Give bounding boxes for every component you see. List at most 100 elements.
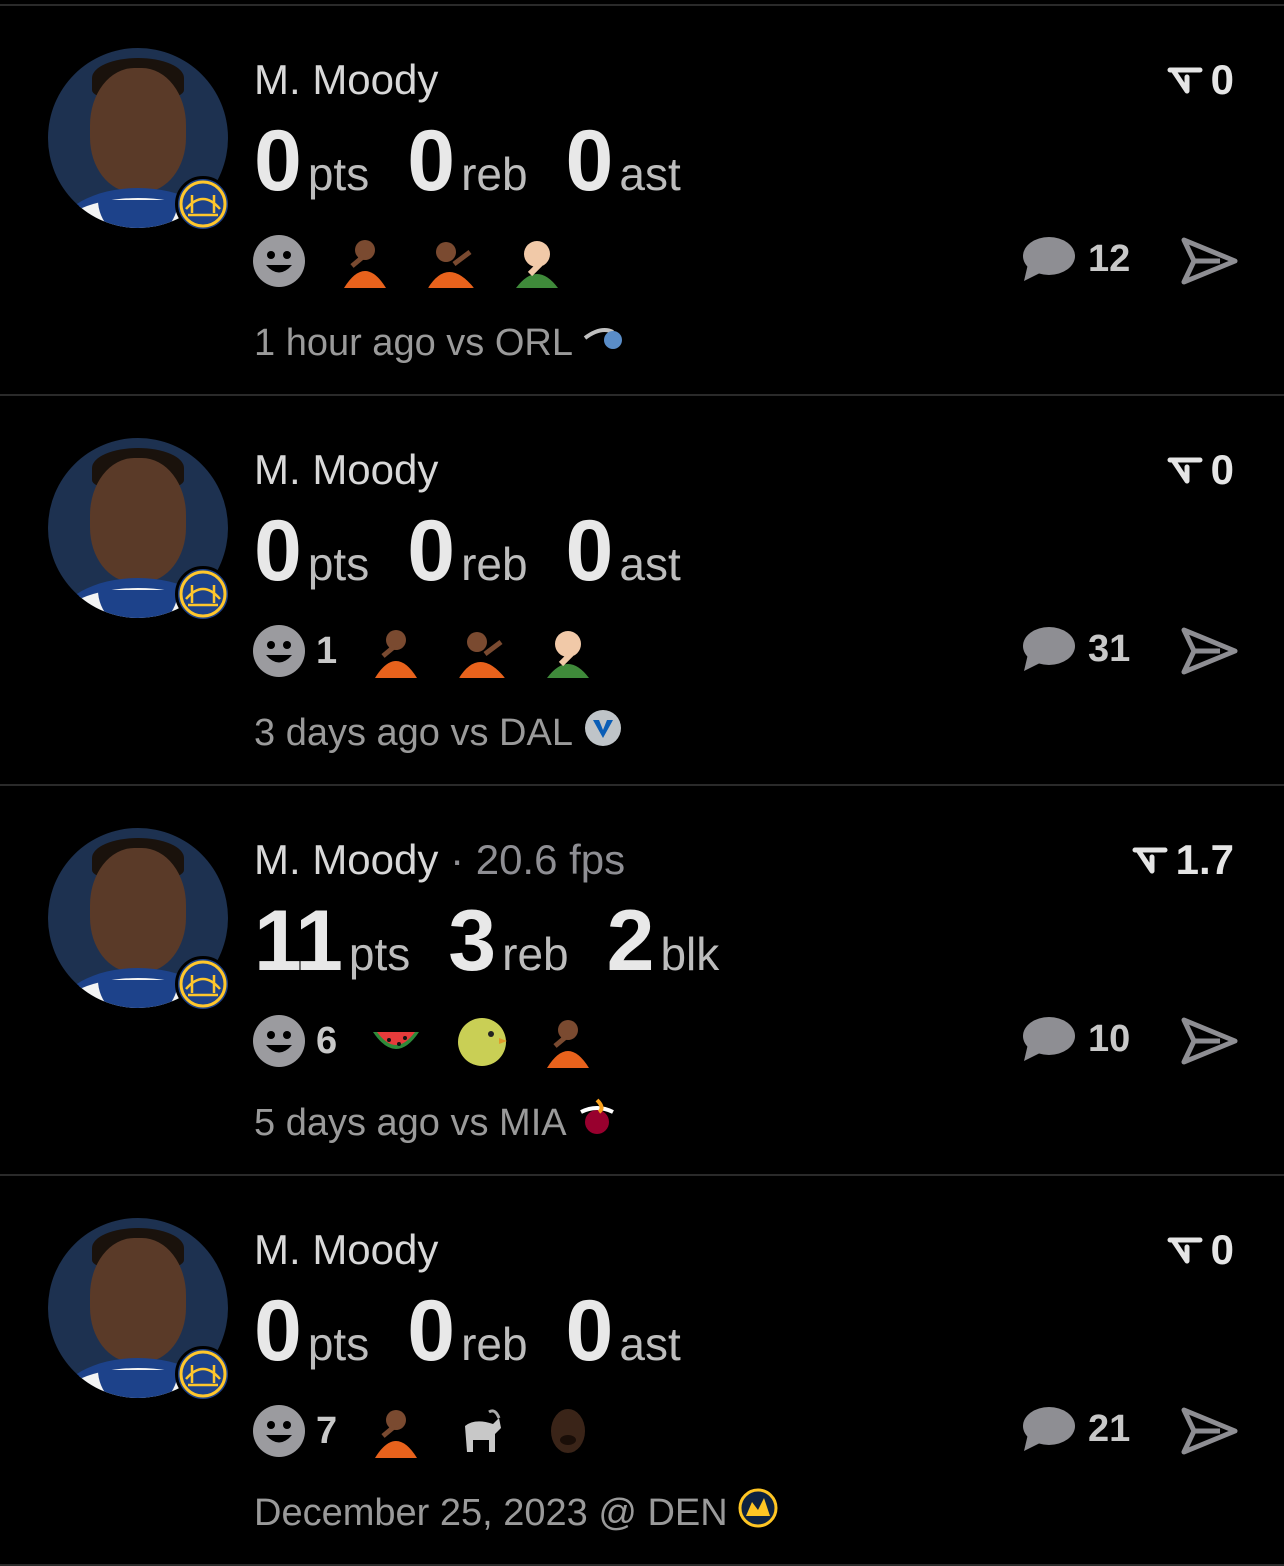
reaction-count: 7 — [316, 1409, 338, 1452]
avatar-face — [90, 848, 186, 972]
add-reaction-smiley-icon[interactable] — [252, 234, 306, 288]
stat-value: 0 — [254, 1283, 302, 1379]
game-time-opponent[interactable]: 1 hour ago vs ORL — [254, 322, 573, 365]
stat-value: 0 — [407, 1283, 455, 1379]
player-name-line: M. Moody — [254, 446, 438, 494]
comment-count: 21 — [1088, 1407, 1131, 1450]
avatar-face — [90, 458, 186, 582]
player-name[interactable]: M. Moody — [254, 836, 438, 883]
reaction-bar: 1 — [252, 622, 596, 680]
game-meta: December 25, 2023 @ DEN — [254, 1488, 778, 1538]
score-badge: 0 — [1167, 1226, 1234, 1274]
score-arrow-icon — [1167, 67, 1203, 94]
warriors-logo-icon — [175, 566, 231, 622]
fantasy-points-per-second: · 20.6 fps — [450, 836, 626, 883]
game-meta: 1 hour ago vs ORL — [254, 318, 623, 368]
score-value: 0 — [1210, 56, 1234, 103]
success-kid-icon[interactable] — [510, 234, 564, 288]
game-time-opponent[interactable]: December 25, 2023 @ DEN — [254, 1492, 728, 1535]
player-name[interactable]: M. Moody — [254, 1226, 438, 1273]
dallas-mavericks-logo-icon — [584, 710, 621, 746]
player-name[interactable]: M. Moody — [254, 446, 438, 493]
score-badge: 0 — [1167, 446, 1234, 494]
comment-bubble-icon — [1023, 1407, 1075, 1451]
avatar-jersey-trim — [98, 980, 178, 1008]
comment-bubble-icon — [1023, 237, 1075, 281]
reaction-bar: 6 — [252, 1012, 596, 1070]
score-arrow-icon — [1132, 847, 1168, 874]
score-value: 0 — [1210, 1226, 1234, 1273]
stat-value: 2 — [606, 893, 655, 989]
chick-icon[interactable] — [455, 1014, 510, 1068]
avatar-jersey-trim — [98, 590, 178, 618]
add-reaction-smiley-icon[interactable] — [252, 1014, 306, 1068]
game-card-2[interactable]: M. Moody 0 0 pts 0 reb 0 ast 1 31 3 days… — [0, 396, 1284, 786]
game-time-opponent[interactable]: 3 days ago vs DAL — [254, 712, 573, 755]
share-send-icon[interactable] — [1180, 626, 1238, 676]
player-name-line: M. Moody — [254, 1226, 438, 1274]
comment-bubble-icon — [1023, 1017, 1075, 1061]
reaction-bar: 7 — [252, 1402, 596, 1460]
comment-bubble-icon — [1023, 627, 1075, 671]
score-value: 1.7 — [1175, 836, 1234, 883]
drake-yes-icon[interactable] — [455, 624, 510, 678]
watermelon-icon[interactable] — [369, 1014, 424, 1068]
stat-label: pts — [348, 928, 411, 980]
warriors-logo-icon — [175, 176, 231, 232]
reaction-count: 6 — [316, 1019, 338, 1062]
add-reaction-smiley-icon[interactable] — [252, 1404, 306, 1458]
stat-line: 11 pts 3 reb 2 blk — [254, 892, 757, 991]
comments-button[interactable]: 21 — [1020, 1404, 1130, 1454]
score-badge: 0 — [1167, 56, 1234, 104]
add-reaction-smiley-icon[interactable] — [252, 624, 306, 678]
score-value: 0 — [1210, 446, 1234, 493]
stat-value: 0 — [565, 503, 614, 599]
stat-label: reb — [461, 1318, 528, 1370]
stat-label: blk — [660, 928, 720, 980]
denver-nuggets-logo-icon — [738, 1488, 778, 1528]
stat-label: reb — [461, 538, 528, 590]
comments-button[interactable]: 12 — [1020, 234, 1130, 284]
stat-label: pts — [307, 538, 370, 590]
stat-value: 0 — [407, 503, 455, 599]
game-meta: 3 days ago vs DAL — [254, 708, 623, 758]
stat-label: pts — [307, 1318, 370, 1370]
success-kid-icon[interactable] — [541, 624, 596, 678]
miami-heat-logo-icon — [579, 1098, 614, 1134]
game-card-1[interactable]: M. Moody 0 0 pts 0 reb 0 ast 12 1 hour a… — [0, 6, 1284, 396]
avatar-jersey-trim — [98, 200, 178, 228]
share-send-icon[interactable] — [1180, 236, 1238, 286]
stat-value: 0 — [254, 503, 302, 599]
stat-value: 0 — [565, 113, 614, 209]
score-arrow-icon — [1167, 457, 1203, 484]
warriors-logo-icon — [175, 956, 231, 1012]
avatar-face — [90, 1238, 186, 1362]
share-send-icon[interactable] — [1180, 1406, 1238, 1456]
comments-button[interactable]: 10 — [1020, 1014, 1130, 1064]
comments-button[interactable]: 31 — [1020, 624, 1130, 674]
share-send-icon[interactable] — [1180, 1016, 1238, 1066]
avatar-jersey-trim — [98, 1370, 178, 1398]
crying-jordan-icon[interactable] — [541, 1404, 596, 1458]
stat-line: 0 pts 0 reb 0 ast — [254, 1282, 719, 1381]
orlando-magic-logo-icon — [583, 328, 622, 349]
player-name-line: M. Moody — [254, 56, 438, 104]
stat-line: 0 pts 0 reb 0 ast — [254, 502, 719, 601]
reaction-bar — [252, 232, 564, 290]
game-card-3[interactable]: M. Moody · 20.6 fps 1.7 11 pts 3 reb 2 blk 6 — [0, 786, 1284, 1176]
stat-value: 3 — [448, 893, 496, 989]
drake-no-icon[interactable] — [369, 624, 424, 678]
game-meta: 5 days ago vs MIA — [254, 1098, 617, 1148]
drake-no-icon[interactable] — [541, 1014, 596, 1068]
drake-no-icon[interactable] — [338, 234, 392, 288]
goat-icon[interactable] — [455, 1404, 510, 1458]
stat-value: 11 — [254, 893, 343, 989]
comment-count: 31 — [1088, 627, 1131, 670]
drake-yes-icon[interactable] — [424, 234, 478, 288]
stat-label: ast — [619, 1318, 681, 1370]
drake-no-icon[interactable] — [369, 1404, 424, 1458]
game-time-opponent[interactable]: 5 days ago vs MIA — [254, 1102, 567, 1145]
game-card-4[interactable]: M. Moody 0 0 pts 0 reb 0 ast 7 21 Decemb… — [0, 1176, 1284, 1566]
stat-value: 0 — [407, 113, 455, 209]
player-name[interactable]: M. Moody — [254, 56, 438, 103]
